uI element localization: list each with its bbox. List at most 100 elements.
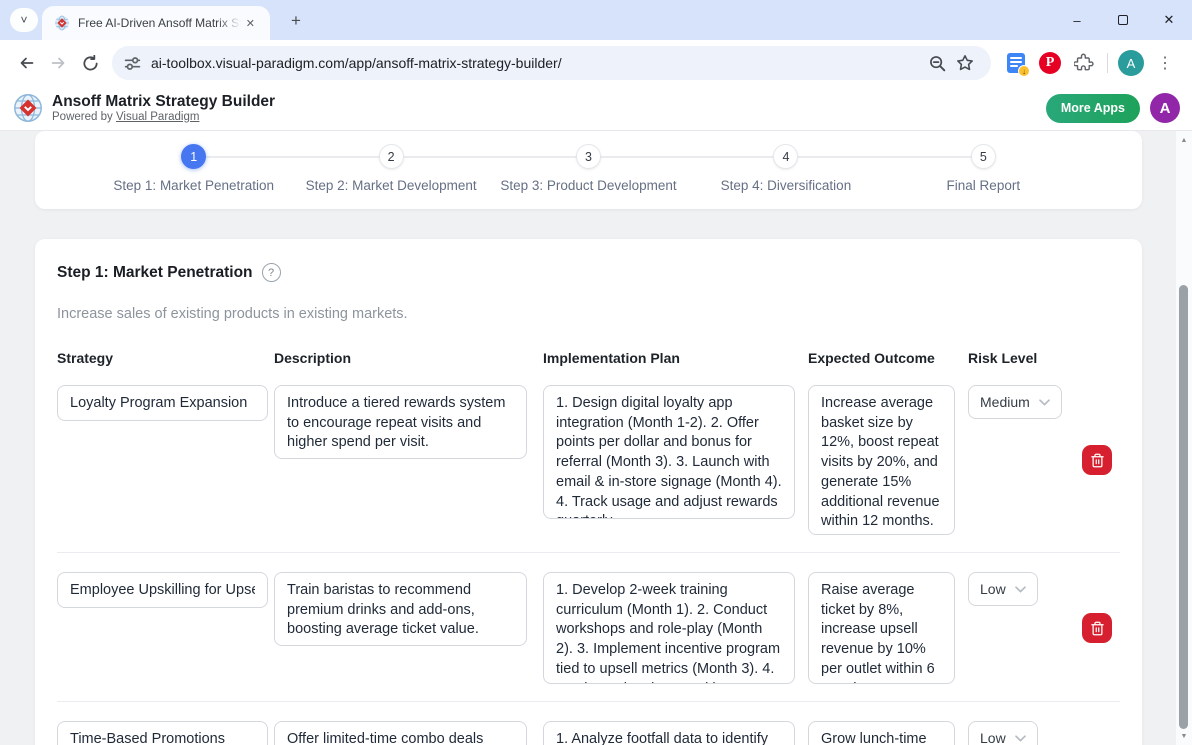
document-icon: ↓	[1007, 53, 1025, 73]
zoom-out-icon[interactable]	[923, 49, 951, 77]
browser-titlebar: ˅ Free AI-Driven Ansoff Matrix Str ✕ + –…	[0, 0, 1192, 40]
bookmark-star-icon[interactable]	[951, 49, 979, 77]
visual-paradigm-logo	[12, 92, 44, 124]
description-textarea[interactable]: Introduce a tiered rewards system to enc…	[274, 385, 527, 459]
outcome-textarea[interactable]: Increase average basket size by 12%, boo…	[808, 385, 955, 535]
step-5-label: Final Report	[947, 178, 1021, 193]
step-4-circle: 4	[773, 144, 798, 169]
more-apps-button[interactable]: More Apps	[1046, 94, 1140, 123]
description-textarea[interactable]: Offer limited-time combo deals during pe…	[274, 721, 527, 745]
url-bar[interactable]: ai-toolbox.visual-paradigm.com/app/ansof…	[112, 46, 991, 80]
pinterest-extension-icon[interactable]: P	[1035, 48, 1065, 78]
stepper-step-2[interactable]: 2 Step 2: Market Development	[292, 144, 489, 193]
wizard-stepper: 1 Step 1: Market Penetration 2 Step 2: M…	[95, 144, 1082, 193]
outcome-textarea[interactable]: Grow lunch-time sales by 18% and increas…	[808, 721, 955, 745]
risk-level-value: Low	[980, 730, 1006, 745]
help-icon[interactable]: ?	[262, 263, 281, 282]
delete-row-button[interactable]	[1082, 613, 1112, 643]
risk-level-select[interactable]: Low	[968, 572, 1038, 606]
docs-extension-icon[interactable]: ↓	[1001, 48, 1031, 78]
reload-icon	[82, 55, 99, 72]
implementation-textarea[interactable]: 1. Analyze footfall data to identify pea…	[543, 721, 795, 745]
tab-search-button[interactable]: ˅	[10, 8, 38, 32]
download-badge-icon: ↓	[1018, 65, 1030, 77]
step-1-circle: 1	[181, 144, 206, 169]
description-textarea[interactable]: Train baristas to recommend premium drin…	[274, 572, 527, 646]
browser-tab[interactable]: Free AI-Driven Ansoff Matrix Str ✕	[42, 6, 270, 40]
step-2-circle: 2	[379, 144, 404, 169]
tab-title: Free AI-Driven Ansoff Matrix Str	[78, 16, 241, 30]
stepper-step-1[interactable]: 1 Step 1: Market Penetration	[95, 144, 292, 193]
outcome-textarea[interactable]: Raise average ticket by 8%, increase ups…	[808, 572, 955, 684]
window-controls: – ✕	[1054, 0, 1192, 40]
strategy-input[interactable]	[57, 385, 268, 421]
page-content: 1 Step 1: Market Penetration 2 Step 2: M…	[0, 131, 1192, 745]
new-tab-button[interactable]: +	[284, 9, 308, 33]
visual-paradigm-link[interactable]: Visual Paradigm	[116, 111, 200, 123]
strategy-input[interactable]	[57, 721, 268, 745]
table-row: Train baristas to recommend premium drin…	[57, 552, 1120, 701]
powered-by: Powered by Visual Paradigm	[52, 111, 275, 123]
site-settings-icon[interactable]	[124, 55, 141, 72]
step-2-label: Step 2: Market Development	[306, 178, 477, 193]
tab-close-icon[interactable]: ✕	[241, 14, 260, 33]
risk-level-value: Low	[980, 581, 1006, 597]
page-scrollbar[interactable]: ▲ ▼	[1176, 131, 1192, 745]
scrollbar-up-icon[interactable]: ▲	[1176, 133, 1192, 147]
table-row: Introduce a tiered rewards system to enc…	[57, 366, 1120, 552]
back-button[interactable]	[10, 47, 42, 79]
back-arrow-icon	[18, 55, 35, 71]
section-title: Step 1: Market Penetration	[57, 264, 253, 282]
implementation-textarea[interactable]: 1. Design digital loyalty app integratio…	[543, 385, 795, 519]
column-header-strategy: Strategy	[57, 350, 274, 366]
chevron-down-icon: ˅	[20, 13, 27, 27]
pinterest-icon: P	[1039, 52, 1061, 74]
minimize-button[interactable]: –	[1054, 0, 1100, 40]
chevron-down-icon	[1039, 399, 1050, 406]
chevron-down-icon	[1015, 586, 1026, 593]
table-row: Offer limited-time combo deals during pe…	[57, 701, 1120, 745]
step-content-card: Step 1: Market Penetration ? Increase sa…	[35, 239, 1142, 745]
maximize-icon	[1118, 15, 1128, 25]
app-header: Ansoff Matrix Strategy Builder Powered b…	[0, 86, 1192, 131]
browser-toolbar: ai-toolbox.visual-paradigm.com/app/ansof…	[0, 40, 1192, 86]
strategy-input[interactable]	[57, 572, 268, 608]
profile-avatar[interactable]: A	[1116, 48, 1146, 78]
visual-paradigm-favicon	[54, 15, 70, 31]
section-subtitle: Increase sales of existing products in e…	[57, 306, 1120, 322]
stepper-step-3[interactable]: 3 Step 3: Product Development	[490, 144, 687, 193]
forward-button[interactable]	[42, 47, 74, 79]
step-3-circle: 3	[576, 144, 601, 169]
scrollbar-thumb[interactable]	[1179, 285, 1188, 729]
column-header-risk: Risk Level	[968, 350, 1078, 366]
scrollbar-down-icon[interactable]: ▼	[1176, 729, 1192, 743]
stepper-step-4[interactable]: 4 Step 4: Diversification	[687, 144, 884, 193]
trash-icon	[1090, 621, 1105, 636]
extensions-puzzle-icon[interactable]	[1069, 48, 1099, 78]
step-1-label: Step 1: Market Penetration	[113, 178, 274, 193]
delete-row-button[interactable]	[1082, 445, 1112, 475]
step-3-label: Step 3: Product Development	[500, 178, 676, 193]
maximize-button[interactable]	[1100, 0, 1146, 40]
toolbar-divider	[1107, 53, 1108, 73]
chevron-down-icon	[1015, 735, 1026, 742]
url-text[interactable]: ai-toolbox.visual-paradigm.com/app/ansof…	[151, 55, 923, 71]
implementation-textarea[interactable]: 1. Develop 2-week training curriculum (M…	[543, 572, 795, 684]
browser-menu-icon[interactable]: ⋮	[1150, 48, 1180, 78]
column-header-implementation: Implementation Plan	[543, 350, 808, 366]
table-header: Strategy Description Implementation Plan…	[57, 350, 1120, 366]
step-5-circle: 5	[971, 144, 996, 169]
forward-arrow-icon	[50, 55, 67, 71]
account-avatar[interactable]: A	[1150, 93, 1180, 123]
column-header-outcome: Expected Outcome	[808, 350, 968, 366]
column-header-description: Description	[274, 350, 543, 366]
trash-icon	[1090, 453, 1105, 468]
risk-level-select[interactable]: Medium	[968, 385, 1062, 419]
step-4-label: Step 4: Diversification	[721, 178, 852, 193]
stepper-card: 1 Step 1: Market Penetration 2 Step 2: M…	[35, 131, 1142, 209]
reload-button[interactable]	[74, 47, 106, 79]
risk-level-select[interactable]: Low	[968, 721, 1038, 745]
close-window-button[interactable]: ✕	[1146, 0, 1192, 40]
stepper-step-5[interactable]: 5 Final Report	[885, 144, 1082, 193]
page-title: Ansoff Matrix Strategy Builder	[52, 93, 275, 111]
